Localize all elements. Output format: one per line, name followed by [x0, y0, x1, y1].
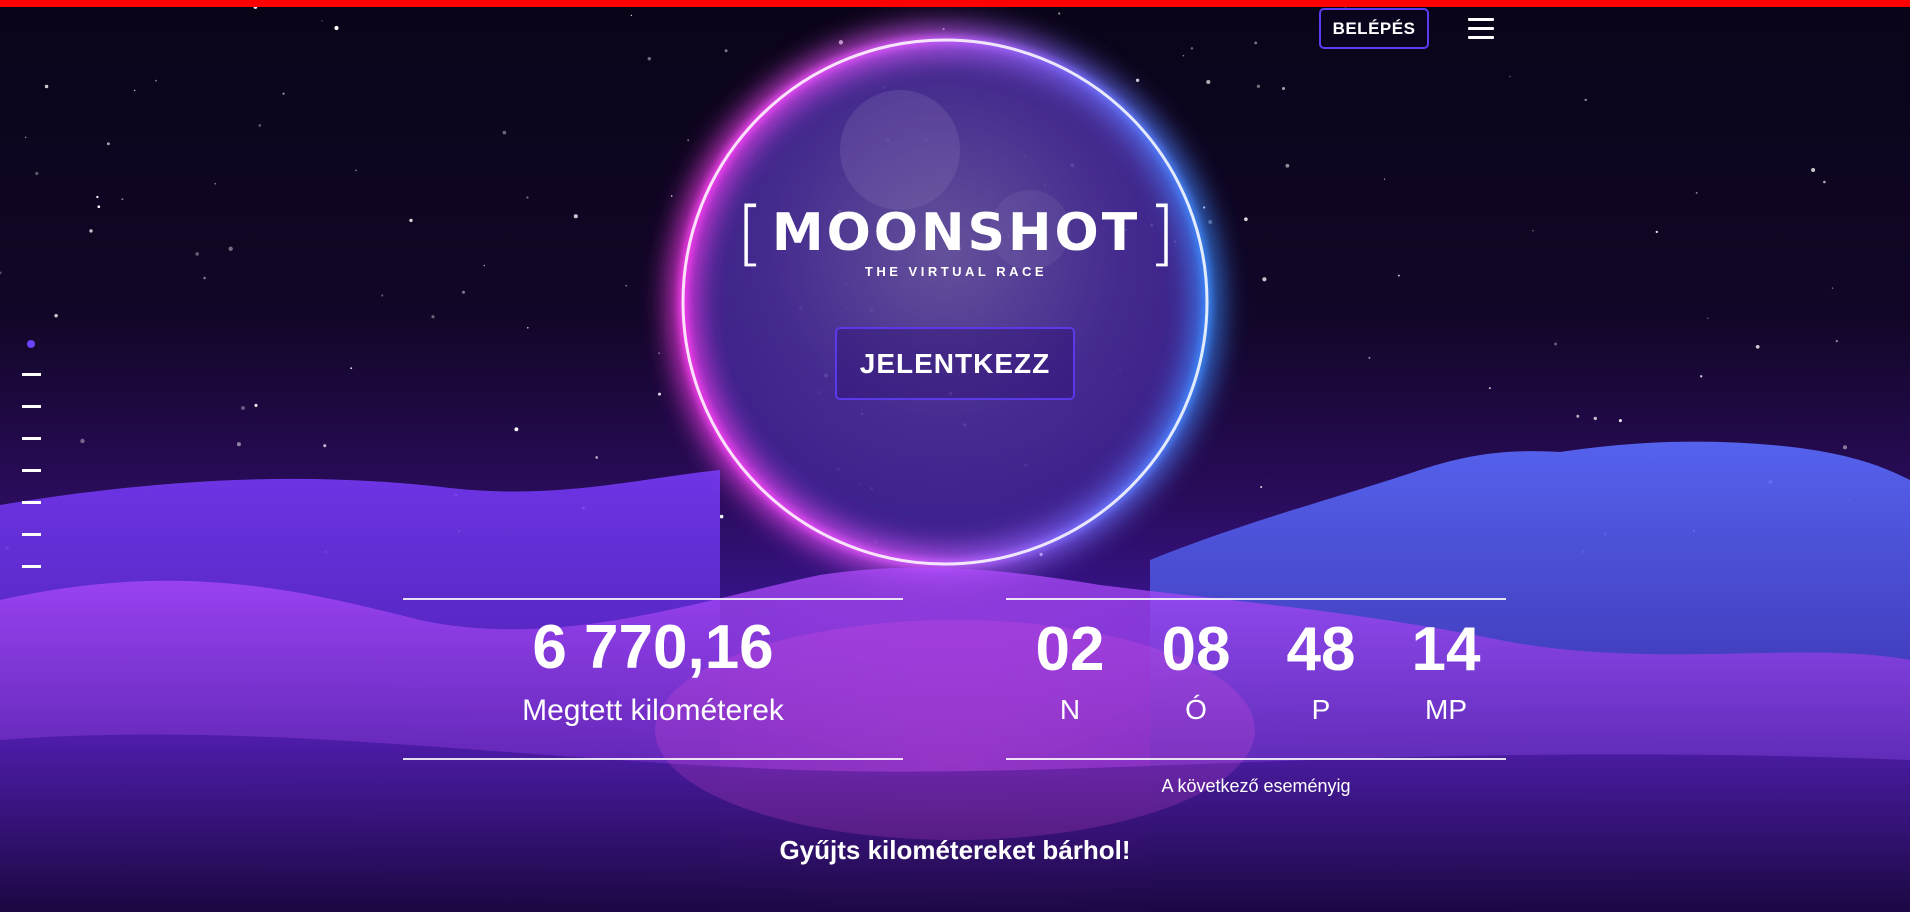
- section-pagination: [20, 336, 44, 576]
- section-dash[interactable]: [22, 437, 41, 440]
- divider: [403, 598, 903, 600]
- countdown-value: 02: [1035, 615, 1105, 684]
- section-dash[interactable]: [22, 501, 41, 504]
- countdown-value: 48: [1286, 615, 1356, 684]
- countdown-days: 02 N: [1010, 612, 1130, 730]
- countdown-minutes: 48 P: [1261, 612, 1381, 730]
- section-dash[interactable]: [22, 373, 41, 376]
- countdown-hours: 08 Ó: [1136, 612, 1256, 730]
- logo-bracket-left: [: [736, 192, 764, 274]
- section-dash[interactable]: [22, 469, 41, 472]
- logo-bracket-right: ]: [1148, 192, 1176, 274]
- countdown-value: 14: [1411, 615, 1481, 684]
- divider: [1006, 758, 1506, 760]
- hamburger-menu-icon[interactable]: [1468, 18, 1494, 40]
- countdown-seconds: 14 MP: [1386, 612, 1506, 730]
- tagline: THE VIRTUAL RACE: [864, 264, 1048, 279]
- distance-panel: 6 770,16 Megtett kilométerek: [403, 598, 903, 760]
- terrain-landscape: [0, 441, 1910, 912]
- hero-section: BELÉPÉS [ MOONSHOT ] THE VIRTUAL RACE JE…: [0, 0, 1910, 912]
- moonshot-logo: [ MOONSHOT ]: [737, 198, 1176, 268]
- countdown-unit: Ó: [1185, 694, 1207, 725]
- top-accent-bar: [0, 0, 1910, 7]
- countdown-unit: N: [1059, 694, 1081, 725]
- distance-label: Megtett kilométerek: [522, 694, 784, 727]
- distance-value: 6 770,16: [532, 613, 774, 682]
- slogan-text: Gyűjts kilométereket bárhol!: [779, 835, 1131, 865]
- login-button[interactable]: BELÉPÉS: [1319, 8, 1429, 49]
- logo-text: MOONSHOT: [771, 203, 1141, 263]
- join-button[interactable]: JELENTKEZZ: [835, 327, 1075, 400]
- section-dash[interactable]: [22, 565, 41, 568]
- countdown-panel: 02 N 08 Ó 48 P 14 MP: [1006, 598, 1506, 760]
- section-dash[interactable]: [22, 533, 41, 536]
- divider: [1006, 598, 1506, 600]
- section-dash[interactable]: [22, 405, 41, 408]
- divider: [403, 758, 903, 760]
- countdown-unit: P: [1311, 694, 1331, 725]
- countdown-caption: A következő eseményig: [1161, 776, 1351, 796]
- section-dot-active[interactable]: [27, 340, 35, 348]
- countdown-unit: MP: [1425, 694, 1467, 725]
- countdown-value: 08: [1161, 615, 1231, 684]
